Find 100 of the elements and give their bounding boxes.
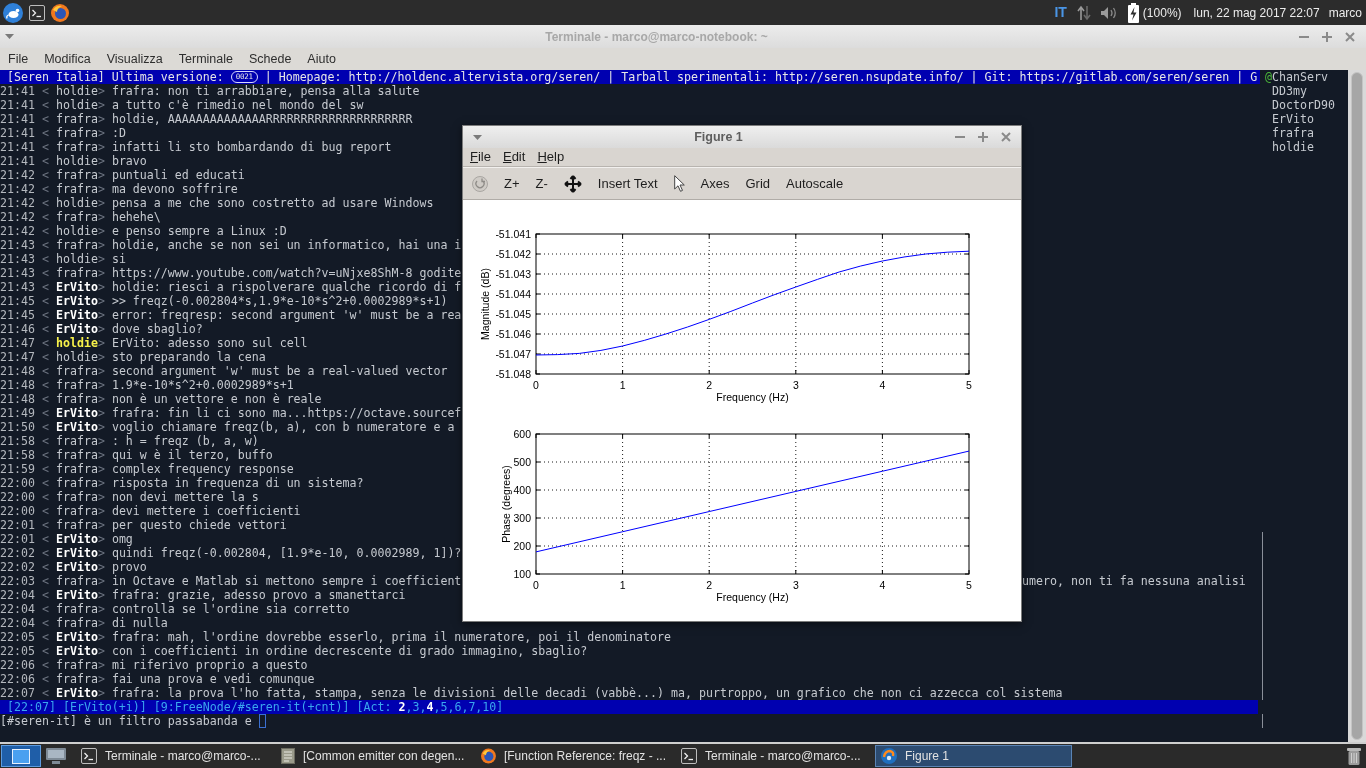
- move-arrows-icon[interactable]: [563, 174, 582, 193]
- nick-list-item[interactable]: holdie: [1265, 140, 1348, 154]
- nick-tag: < frafra>: [41, 182, 105, 196]
- nick-list-item[interactable]: DD3my: [1265, 84, 1348, 98]
- taskbar-task[interactable]: Terminale - marco@marco-...: [75, 745, 272, 767]
- nick-list-item[interactable]: DoctorD90: [1265, 98, 1348, 112]
- message-text: in Octave e Matlab si mettono sempre i coefficient: [111, 574, 462, 588]
- maximize-icon[interactable]: [1322, 31, 1332, 42]
- nick-tag: < frafra>: [41, 210, 105, 224]
- nick-tag: < frafra>: [41, 490, 105, 504]
- message-text: di nulla: [111, 616, 168, 630]
- user-name[interactable]: marco: [1328, 3, 1362, 22]
- timestamp: 21:58: [0, 448, 35, 462]
- toolbar-button[interactable]: Grid: [745, 173, 771, 194]
- document-icon[interactable]: [281, 748, 295, 764]
- menu-item[interactable]: Help: [531, 147, 571, 167]
- message-text: provo: [111, 560, 147, 574]
- menu-triangle-icon[interactable]: [5, 34, 14, 39]
- message-text: frafra: mah, l'ordine dovrebbe esserlo, prima il numeratore, poi il denominatore: [111, 630, 672, 644]
- battery-charging-icon[interactable]: [1127, 2, 1139, 23]
- toolbar-button[interactable]: Insert Text: [597, 173, 658, 194]
- tick-label: 2: [706, 379, 713, 391]
- nick-tag: < ErVito>: [41, 420, 105, 434]
- menu-item[interactable]: File: [0, 48, 37, 70]
- menu-item[interactable]: File: [464, 147, 497, 167]
- axis-label: Frequency (Hz): [716, 391, 789, 403]
- tick-label: 1: [619, 379, 626, 391]
- speaker-icon[interactable]: [1100, 5, 1118, 20]
- pointer-icon[interactable]: [673, 175, 685, 192]
- text-cursor-icon: [258, 714, 266, 728]
- timestamp: 21:42: [0, 168, 35, 182]
- terminal-icon[interactable]: [681, 748, 697, 764]
- close-icon[interactable]: [1001, 132, 1011, 142]
- keyboard-layout-indicator[interactable]: IT: [1054, 2, 1067, 23]
- nick-tag: < ErVito>: [41, 406, 105, 420]
- message-text: non è un vettore e non è reale: [111, 392, 322, 406]
- message-text: non devi mettere la s: [111, 490, 259, 504]
- nick-tag: < holdie>: [41, 252, 105, 266]
- timestamp: 21:50: [0, 420, 35, 434]
- timestamp: 21:43: [0, 266, 35, 280]
- timestamp: 21:48: [0, 392, 35, 406]
- nick-list-item[interactable]: frafra: [1265, 126, 1348, 140]
- timestamp: 21:48: [0, 364, 35, 378]
- toolbar-button[interactable]: Z+: [504, 173, 520, 194]
- nick-tag: < ErVito>: [41, 532, 105, 546]
- nick-tag: < holdie>: [41, 154, 105, 168]
- nick-list-item[interactable]: ErVito: [1265, 112, 1348, 126]
- nick-tag: < holdie>: [41, 196, 105, 210]
- nick-tag: < frafra>: [41, 364, 105, 378]
- nick-tag: < frafra>: [41, 448, 105, 462]
- monitor-icon[interactable]: [46, 748, 66, 764]
- nick-tag: < holdie>: [41, 84, 105, 98]
- taskbar-task[interactable]: Terminale - marco@marco-...: [675, 745, 872, 767]
- message-text: si: [111, 252, 126, 266]
- menu-item[interactable]: Modifica: [36, 48, 99, 70]
- tick-label: 200: [513, 539, 531, 552]
- timestamp: 21:47: [0, 336, 35, 350]
- timestamp: 22:04: [0, 602, 35, 616]
- taskbar-task[interactable]: [Function Reference: freqz - ...: [475, 745, 672, 767]
- clock[interactable]: lun, 22 mag 2017 22:07: [1193, 3, 1320, 22]
- topic-text: [Seren Italia] Ultima versione:: [7, 70, 224, 84]
- message-text: >> freqz(-0.002804*s,1.9*e-10*s^2+0.0002989*s+1): [111, 294, 448, 308]
- menu-item[interactable]: Schede: [240, 48, 300, 70]
- menu-item[interactable]: Terminale: [170, 48, 241, 70]
- toolbar-button[interactable]: Autoscale: [786, 173, 844, 194]
- mouse-logo-icon[interactable]: [3, 2, 23, 23]
- terminal-icon[interactable]: [29, 4, 45, 21]
- tick-label: -51.042: [495, 247, 531, 260]
- show-desktop-button[interactable]: [1, 745, 41, 767]
- menu-item[interactable]: Visualizza: [98, 48, 171, 70]
- message-text: infatti li sto bombardando di bug report: [111, 140, 392, 154]
- taskbar-task[interactable]: [Common emitter con degen...: [275, 745, 472, 767]
- toolbar-button[interactable]: Z-: [535, 173, 548, 194]
- message-text: frafra: fin li ci sono ma...https://octave.sourcef: [111, 406, 462, 420]
- minimize-icon[interactable]: [1299, 35, 1309, 38]
- menu-item[interactable]: Aiuto: [299, 48, 344, 70]
- trash-icon[interactable]: [1347, 747, 1361, 765]
- browser-icon[interactable]: [481, 748, 496, 764]
- menu-triangle-icon[interactable]: [473, 134, 482, 140]
- menu-item[interactable]: Edit: [496, 147, 532, 167]
- transfer-arrows-icon[interactable]: [1076, 4, 1091, 21]
- browser-icon[interactable]: [51, 3, 69, 22]
- message-text: e penso sempre a Linux :D: [111, 224, 287, 238]
- tick-label: 300: [513, 511, 531, 524]
- status-item: [ErVito(+i)]: [62, 700, 147, 714]
- timestamp: 22:06: [0, 658, 35, 672]
- timestamp: 21:42: [0, 196, 35, 210]
- nick-list-item[interactable]: @ChanServ: [1265, 70, 1348, 84]
- tick-label: 5: [966, 579, 972, 591]
- swirl-logo-icon[interactable]: [881, 748, 897, 764]
- taskbar-task[interactable]: Figure 1: [875, 745, 1072, 767]
- input-field[interactable]: è un filtro passabanda e: [76, 714, 1260, 728]
- nick-tag: < frafra>: [41, 168, 105, 182]
- maximize-icon[interactable]: [978, 132, 988, 142]
- toolbar-button[interactable]: Axes: [700, 173, 730, 194]
- message-text: sto preparando la cena: [111, 350, 266, 364]
- topic-text: | Homepage: http://holdenc.altervista.org/seren/ | Tarball sperimentali: http://seren.nsupdate.info/ | Git: https://gitlab.com/seren/seren | G: [264, 70, 1258, 84]
- close-icon[interactable]: [1345, 31, 1355, 42]
- scrollbar[interactable]: [1351, 72, 1363, 740]
- terminal-icon[interactable]: [81, 748, 97, 764]
